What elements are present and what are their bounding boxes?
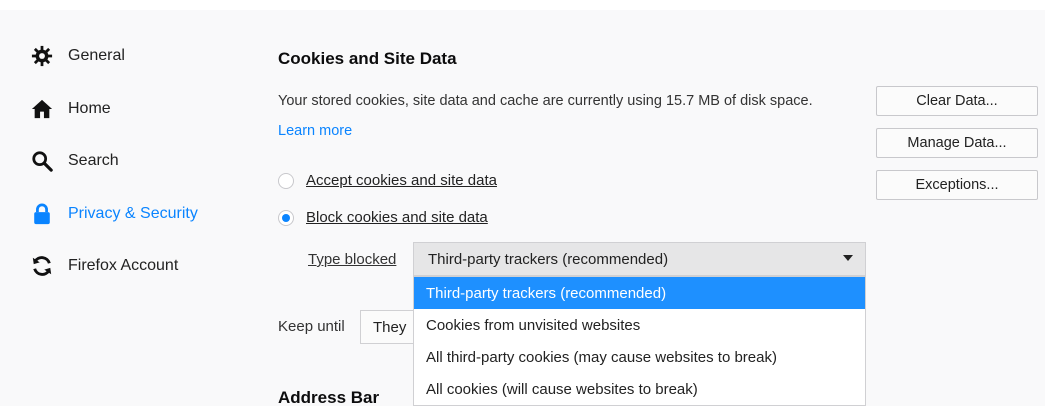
dropdown-option[interactable]: All cookies (will cause websites to brea… [414, 373, 865, 405]
exceptions-button[interactable]: Exceptions... [876, 170, 1038, 200]
dropdown-option[interactable]: Cookies from unvisited websites [414, 309, 865, 341]
search-icon [30, 149, 54, 173]
sidebar: General Home Search Privacy & Security F… [0, 10, 250, 406]
sidebar-item-label: Privacy & Security [68, 205, 198, 222]
sidebar-item-firefox-account[interactable]: Firefox Account [30, 250, 178, 282]
type-blocked-label: Type blocked [308, 251, 397, 268]
block-cookies-radio[interactable]: Block cookies and site data [278, 209, 488, 226]
type-blocked-select[interactable]: Third-party trackers (recommended) [413, 242, 866, 276]
section-title-cookies: Cookies and Site Data [278, 49, 457, 68]
sidebar-item-label: General [68, 47, 125, 64]
sidebar-item-label: Firefox Account [68, 257, 179, 274]
lock-icon [30, 202, 54, 226]
sidebar-item-home[interactable]: Home [30, 93, 111, 125]
section-title-address-bar: Address Bar [278, 388, 380, 407]
main-content: Cookies and Site Data Your stored cookie… [276, 10, 1045, 407]
home-icon [30, 97, 54, 121]
block-cookies-label: Block cookies and site data [306, 209, 488, 226]
type-blocked-value: Third-party trackers (recommended) [428, 250, 669, 268]
learn-more-link[interactable]: Learn more [278, 123, 352, 139]
accept-cookies-radio[interactable]: Accept cookies and site data [278, 172, 497, 189]
chevron-down-icon [843, 255, 853, 261]
sidebar-item-label: Search [68, 152, 119, 169]
clear-data-button[interactable]: Clear Data... [876, 86, 1038, 116]
sidebar-item-general[interactable]: General [30, 40, 125, 72]
radio-circle-checked[interactable] [278, 209, 294, 226]
sync-icon [30, 254, 54, 278]
keep-until-select[interactable]: They [360, 310, 420, 344]
sidebar-item-privacy-security[interactable]: Privacy & Security [30, 198, 198, 230]
cookies-description: Your stored cookies, site data and cache… [278, 86, 838, 146]
type-blocked-dropdown: Third-party trackers (recommended) Cooki… [413, 276, 866, 406]
dropdown-option[interactable]: Third-party trackers (recommended) [414, 277, 865, 309]
sidebar-item-search[interactable]: Search [30, 145, 119, 177]
manage-data-button[interactable]: Manage Data... [876, 128, 1038, 158]
keep-until-value: They [373, 318, 407, 336]
gear-icon [30, 44, 54, 68]
sidebar-item-label: Home [68, 100, 111, 117]
dropdown-option[interactable]: All third-party cookies (may cause websi… [414, 341, 865, 373]
radio-circle[interactable] [278, 172, 294, 189]
storage-usage-text: Your stored cookies, site data and cache… [278, 93, 813, 109]
accept-cookies-label: Accept cookies and site data [306, 172, 497, 189]
preferences-window: General Home Search Privacy & Security F… [0, 10, 1045, 407]
keep-until-label: Keep until [278, 318, 345, 335]
